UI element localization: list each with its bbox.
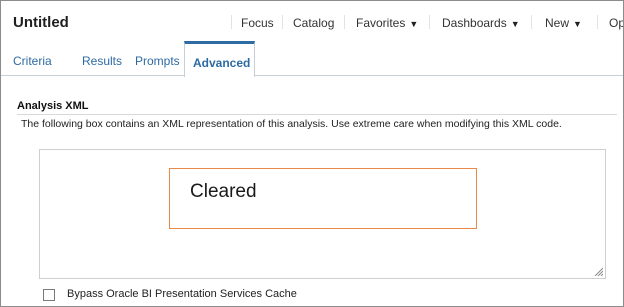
- header-bar: Untitled Focus Catalog Favorites ▼ Dashbo…: [1, 1, 624, 41]
- tab-advanced[interactable]: Advanced: [184, 41, 255, 77]
- nav-catalog-label: Catalog: [293, 16, 335, 30]
- nav-dashboards-label: Dashboards: [442, 16, 507, 30]
- nav-focus-label: Focus: [241, 16, 274, 30]
- chevron-down-icon: ▼: [409, 19, 419, 29]
- tab-bar: Criteria Results Prompts Advanced: [1, 41, 623, 77]
- bypass-cache-label: Bypass Oracle BI Presentation Services C…: [67, 288, 297, 300]
- bypass-cache-checkbox[interactable]: [43, 289, 55, 301]
- tab-prompts[interactable]: Prompts: [135, 54, 180, 68]
- nav-divider: [231, 15, 232, 29]
- cleared-callout-text: Cleared: [190, 181, 257, 202]
- tab-criteria[interactable]: Criteria: [13, 54, 52, 68]
- nav-open[interactable]: Op: [609, 16, 624, 30]
- nav-divider: [429, 15, 430, 29]
- tab-advanced-label: Advanced: [193, 56, 251, 70]
- nav-catalog[interactable]: Catalog: [293, 16, 334, 30]
- nav-divider: [282, 15, 283, 29]
- nav-new-label: New: [545, 16, 570, 30]
- nav-favorites-label: Favorites: [356, 16, 406, 30]
- chevron-down-icon: ▼: [573, 19, 582, 29]
- section-divider: [17, 114, 617, 115]
- nav-favorites[interactable]: Favorites ▼: [356, 16, 418, 30]
- resize-handle-icon[interactable]: [593, 266, 603, 276]
- analysis-title: Untitled: [13, 14, 69, 31]
- chevron-down-icon: ▼: [510, 19, 520, 29]
- nav-divider: [597, 15, 598, 29]
- analysis-editor-window: Untitled Focus Catalog Favorites ▼ Dashbo…: [0, 0, 624, 307]
- nav-dashboards[interactable]: Dashboards ▼: [442, 16, 520, 30]
- nav-new[interactable]: New ▼: [545, 16, 582, 30]
- nav-divider: [344, 15, 345, 29]
- nav-focus[interactable]: Focus: [241, 16, 274, 30]
- analysis-xml-description: The following box contains an XML repres…: [21, 118, 562, 130]
- nav-open-label: Op: [609, 16, 624, 30]
- cleared-callout: Cleared: [169, 168, 477, 229]
- tab-results[interactable]: Results: [82, 54, 122, 68]
- nav-divider: [531, 15, 532, 29]
- analysis-xml-heading: Analysis XML: [17, 100, 89, 112]
